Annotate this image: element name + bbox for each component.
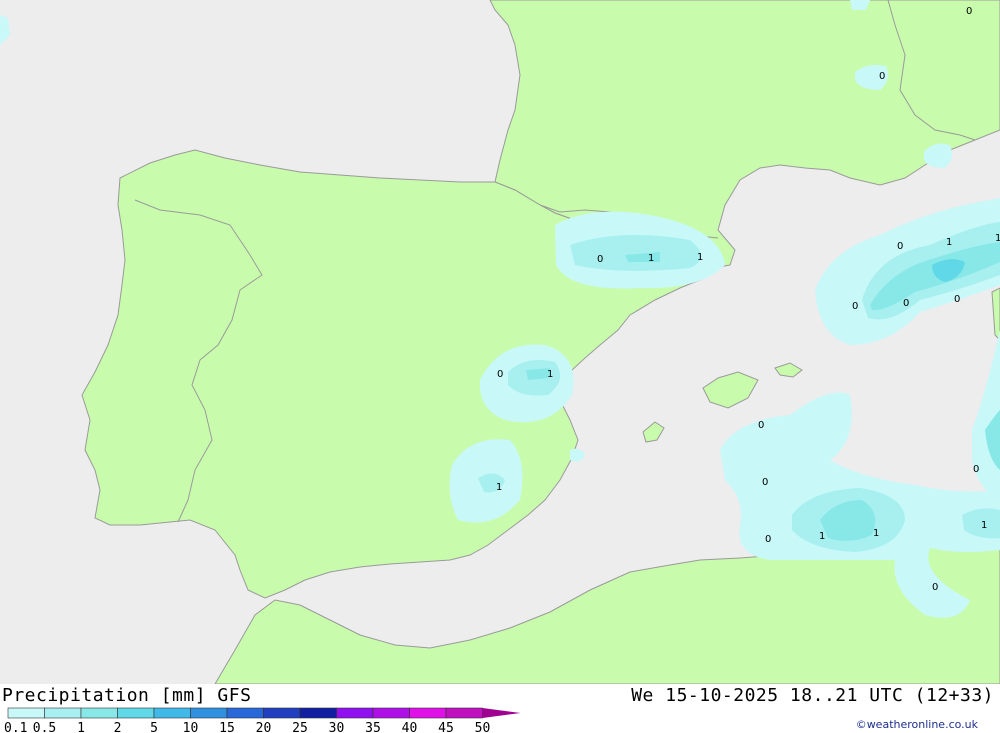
contour-label: 0 <box>762 477 768 488</box>
precipitation-map: 0 0 0 1 1 0 1 1 0 0 0 0 1 0 0 0 1 1 0 1 … <box>0 0 1000 684</box>
legend-swatch <box>117 707 155 719</box>
contour-label: 0 <box>903 298 909 309</box>
legend-swatch <box>44 707 82 719</box>
legend-swatch <box>7 707 45 719</box>
legend-swatch <box>80 707 118 719</box>
contour-label: 0 <box>758 420 764 431</box>
legend-label: 10 <box>183 721 199 733</box>
legend-label: 1 <box>77 721 85 733</box>
contour-label: 0 <box>852 301 858 312</box>
legend-label: 5 <box>150 721 158 733</box>
legend-label: 25 <box>292 721 308 733</box>
legend-label: 40 <box>402 721 418 733</box>
legend-swatch <box>263 707 301 719</box>
contour-label: 1 <box>873 528 879 539</box>
contour-label: 0 <box>932 582 938 593</box>
legend-label: 15 <box>219 721 235 733</box>
legend-label: 20 <box>256 721 272 733</box>
legend-label: 0.1 <box>4 721 27 733</box>
contour-label: 0 <box>973 464 979 475</box>
legend-swatch <box>226 707 264 719</box>
legend-label: 50 <box>475 721 491 733</box>
contour-label: 0 <box>497 369 503 380</box>
contour-label: 0 <box>897 241 903 252</box>
legend-label: 0.5 <box>33 721 56 733</box>
legend-swatch <box>190 707 228 719</box>
legend-swatch <box>153 707 191 719</box>
contour-label: 0 <box>597 254 603 265</box>
map-title: Precipitation [mm] GFS <box>2 685 252 706</box>
credit-link[interactable]: ©weatheronline.co.uk <box>856 718 978 731</box>
contour-label: 1 <box>995 233 1000 244</box>
contour-label: 1 <box>496 482 502 493</box>
contour-label: 1 <box>697 252 703 263</box>
contour-label: 0 <box>954 294 960 305</box>
legend-label: 45 <box>438 721 454 733</box>
contour-label: 1 <box>648 253 654 264</box>
legend-swatch <box>336 707 374 719</box>
legend-swatch <box>445 707 483 719</box>
contour-label: 1 <box>819 531 825 542</box>
contour-label: 1 <box>946 237 952 248</box>
legend-swatch <box>372 707 410 719</box>
contour-label: 1 <box>981 520 987 531</box>
legend-swatch <box>299 707 337 719</box>
legend-arrow <box>482 708 521 718</box>
legend-label: 30 <box>329 721 345 733</box>
contour-label: 0 <box>879 71 885 82</box>
color-legend: 0.1 0.5 1 2 5 10 15 20 25 30 35 40 45 50 <box>4 707 521 733</box>
legend-swatch <box>409 707 447 719</box>
contour-label: 0 <box>966 6 972 17</box>
valid-time: We 15-10-2025 18..21 UTC (12+33) <box>631 685 994 706</box>
legend-label: 35 <box>365 721 381 733</box>
contour-label: 1 <box>547 369 553 380</box>
legend-label: 2 <box>114 721 122 733</box>
contour-label: 0 <box>765 534 771 545</box>
